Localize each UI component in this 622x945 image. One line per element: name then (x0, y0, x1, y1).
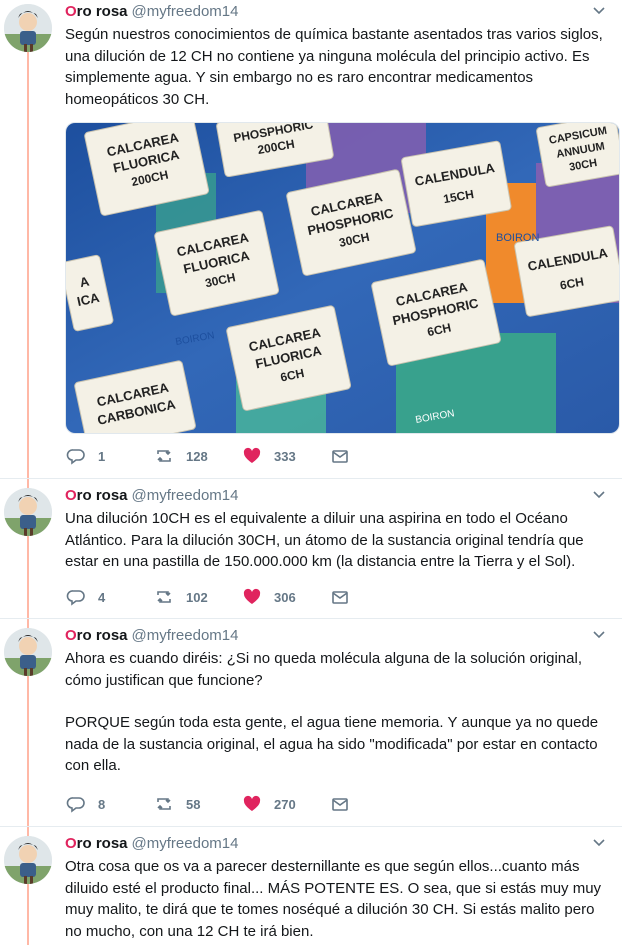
direct-message-button[interactable] (330, 794, 362, 814)
chevron-down-icon[interactable] (590, 2, 608, 20)
reply-button[interactable]: 4 (66, 587, 154, 607)
reply-count: 8 (98, 796, 106, 812)
tweet-3[interactable]: Oro rosa @myfreedom14 Ahora es cuando dir… (0, 618, 622, 827)
tweet-photo[interactable]: CALCAREA FLUORICA 200CH PHOSPHORIC 200CH… (65, 122, 620, 434)
like-button[interactable]: 270 (242, 794, 330, 814)
envelope-icon (332, 450, 348, 463)
envelope-icon (332, 591, 348, 604)
tweet-text: Otra cosa que os va a parecer desternill… (65, 858, 602, 940)
user-handle[interactable]: @myfreedom14 (132, 487, 239, 504)
like-count: 306 (274, 589, 296, 605)
retweet-icon (157, 450, 171, 462)
avatar-image (4, 836, 52, 884)
user-handle[interactable]: @myfreedom14 (132, 835, 239, 852)
like-button[interactable]: 333 (242, 446, 330, 466)
like-button[interactable]: 306 (242, 587, 330, 607)
display-name[interactable]: Oro rosa (65, 3, 128, 20)
retweet-count: 58 (186, 796, 201, 812)
display-name[interactable]: Oro rosa (65, 487, 128, 504)
tweet-2[interactable]: Oro rosa @myfreedom14 Una dilución 10CH e… (0, 478, 622, 619)
retweet-button[interactable]: 102 (154, 587, 242, 607)
avatar-image (4, 628, 52, 676)
retweet-button[interactable]: 58 (154, 794, 242, 814)
avatar[interactable] (4, 4, 52, 52)
chevron-down-icon[interactable] (590, 486, 608, 504)
tweet-thread: Oro rosa @myfreedom14 Según nuestros cono… (0, 0, 622, 945)
tweet-text: Según nuestros conocimientos de química … (65, 26, 603, 108)
chevron-down-icon[interactable] (590, 834, 608, 852)
reply-count: 4 (98, 589, 106, 605)
tweet-header: Oro rosa @myfreedom14 (65, 834, 606, 854)
tweet-header: Oro rosa @myfreedom14 (65, 2, 606, 22)
direct-message-button[interactable] (330, 587, 362, 607)
user-handle[interactable]: @myfreedom14 (132, 3, 239, 20)
reply-count: 1 (98, 448, 106, 464)
tweet-header: Oro rosa @myfreedom14 (65, 626, 606, 646)
direct-message-button[interactable] (330, 446, 362, 466)
tweet-actions: 8 58 270 (66, 794, 362, 814)
like-count: 333 (274, 448, 296, 464)
tweet-4[interactable]: Oro rosa @myfreedom14 Otra cosa que os va… (0, 826, 622, 945)
reply-icon (66, 797, 85, 813)
tweet-actions: 1 128 333 (66, 446, 362, 466)
tweet-1[interactable]: Oro rosa @myfreedom14 Según nuestros cono… (0, 0, 622, 479)
reply-icon (66, 590, 85, 606)
heart-icon (243, 795, 261, 811)
display-name[interactable]: Oro rosa (65, 835, 128, 852)
avatar-image (4, 488, 52, 536)
avatar-image (4, 4, 52, 52)
retweet-icon (157, 798, 171, 810)
display-name[interactable]: Oro rosa (65, 627, 128, 644)
like-count: 270 (274, 796, 296, 812)
reply-button[interactable]: 8 (66, 794, 154, 814)
reply-icon (66, 449, 85, 465)
tweet-header: Oro rosa @myfreedom14 (65, 486, 606, 506)
envelope-icon (332, 798, 348, 811)
heart-icon (243, 447, 261, 463)
retweet-button[interactable]: 128 (154, 446, 242, 466)
chevron-down-icon[interactable] (590, 626, 608, 644)
svg-text:BOIRON: BOIRON (496, 232, 539, 244)
tweet-text: Ahora es cuando diréis: ¿Si no queda mol… (65, 650, 599, 774)
avatar[interactable] (4, 836, 52, 884)
retweet-icon (157, 591, 171, 603)
tweet-text: Una dilución 10CH es el equivalente a di… (65, 510, 584, 570)
heart-icon (243, 588, 261, 604)
homeopathy-boxes-photo: CALCAREA FLUORICA 200CH PHOSPHORIC 200CH… (66, 123, 619, 433)
retweet-count: 128 (186, 448, 208, 464)
tweet-actions: 4 102 306 (66, 587, 362, 607)
retweet-count: 102 (186, 589, 208, 605)
avatar[interactable] (4, 628, 52, 676)
user-handle[interactable]: @myfreedom14 (132, 627, 239, 644)
avatar[interactable] (4, 488, 52, 536)
reply-button[interactable]: 1 (66, 446, 154, 466)
